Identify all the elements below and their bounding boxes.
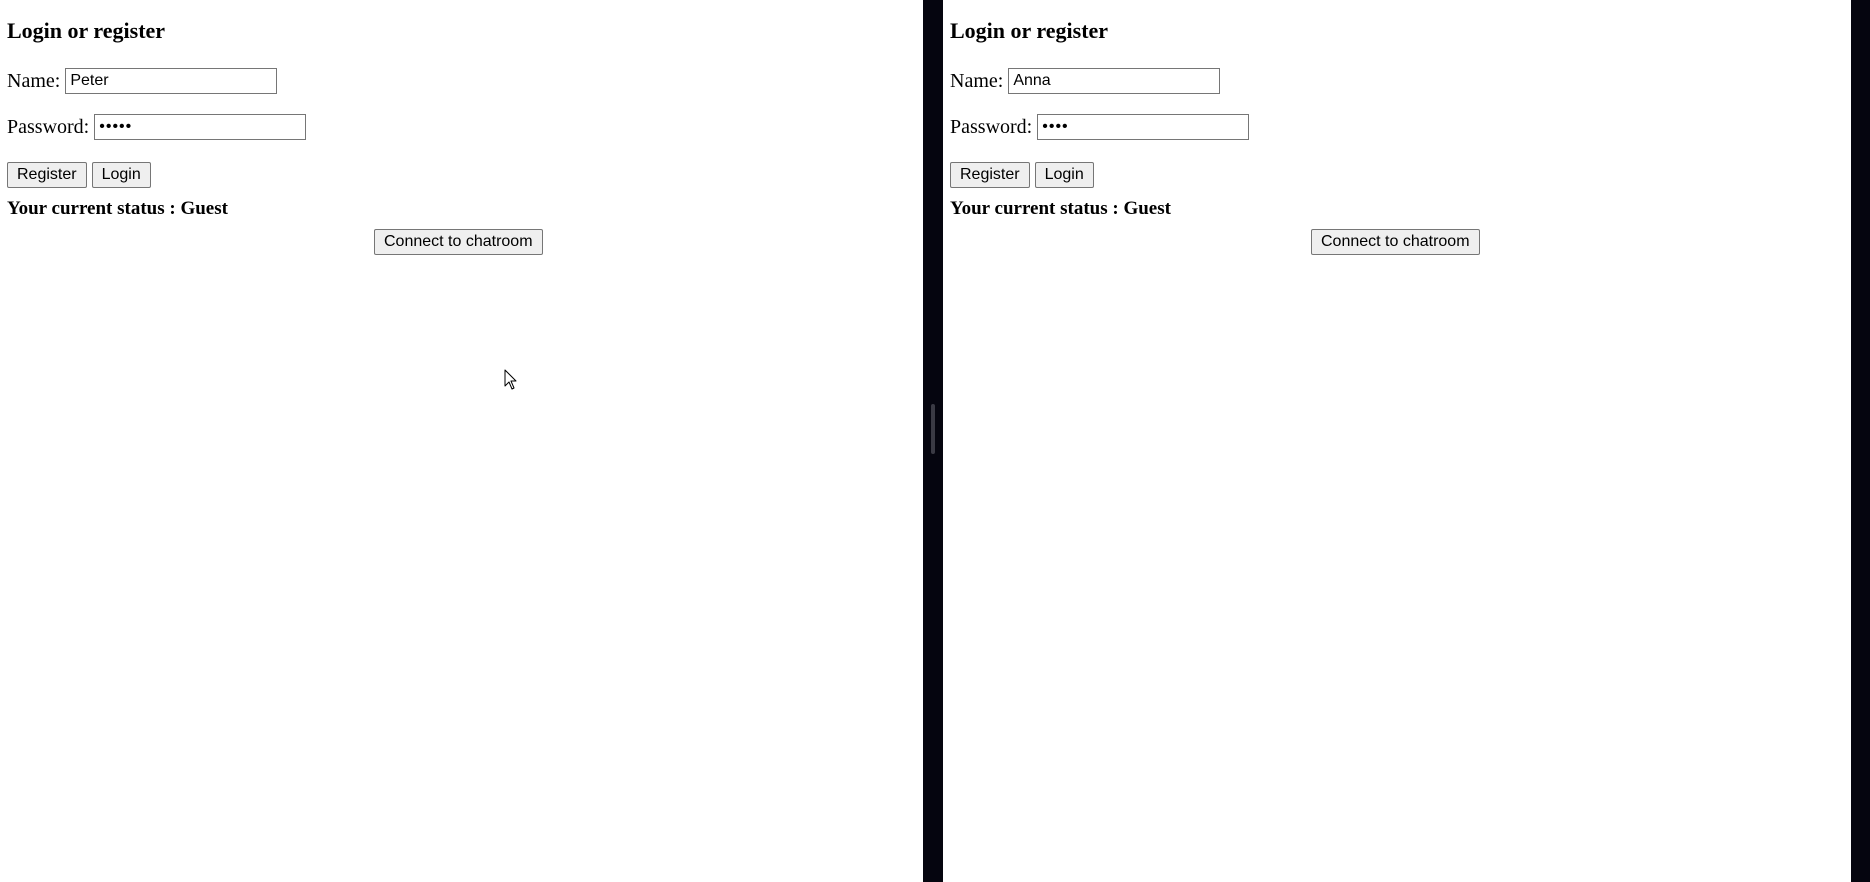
auth-buttons: Register Login	[7, 162, 151, 188]
login-button[interactable]: Login	[1034, 162, 1094, 188]
split-divider[interactable]	[923, 0, 943, 882]
mouse-pointer-icon	[504, 369, 517, 390]
auth-buttons: Register Login	[950, 162, 1094, 188]
left-browser-pane: Login or register Name: Password: Regist…	[0, 0, 923, 882]
password-row: Password:	[7, 114, 307, 140]
divider-drag-handle[interactable]	[931, 404, 935, 454]
register-button[interactable]: Register	[7, 162, 87, 188]
password-label: Password:	[950, 115, 1033, 138]
name-label: Name:	[950, 69, 1004, 92]
register-button[interactable]: Register	[950, 162, 1030, 188]
name-input[interactable]	[1008, 68, 1221, 94]
page-heading: Login or register	[950, 18, 1109, 43]
right-browser-pane: Login or register Name: Password: Regist…	[943, 0, 1851, 882]
status-text: Your current status : Guest	[950, 198, 1171, 219]
page-heading: Login or register	[7, 18, 166, 43]
password-row: Password:	[950, 114, 1250, 140]
name-row: Name:	[950, 68, 1221, 94]
window-edge	[1851, 0, 1870, 882]
password-input[interactable]	[94, 114, 307, 140]
name-row: Name:	[7, 68, 278, 94]
connect-chatroom-button[interactable]: Connect to chatroom	[1311, 229, 1480, 255]
name-label: Name:	[7, 69, 61, 92]
connect-chatroom-button[interactable]: Connect to chatroom	[374, 229, 543, 255]
login-button[interactable]: Login	[91, 162, 151, 188]
password-label: Password:	[7, 115, 90, 138]
password-input[interactable]	[1037, 114, 1250, 140]
name-input[interactable]	[65, 68, 278, 94]
status-text: Your current status : Guest	[7, 198, 228, 219]
